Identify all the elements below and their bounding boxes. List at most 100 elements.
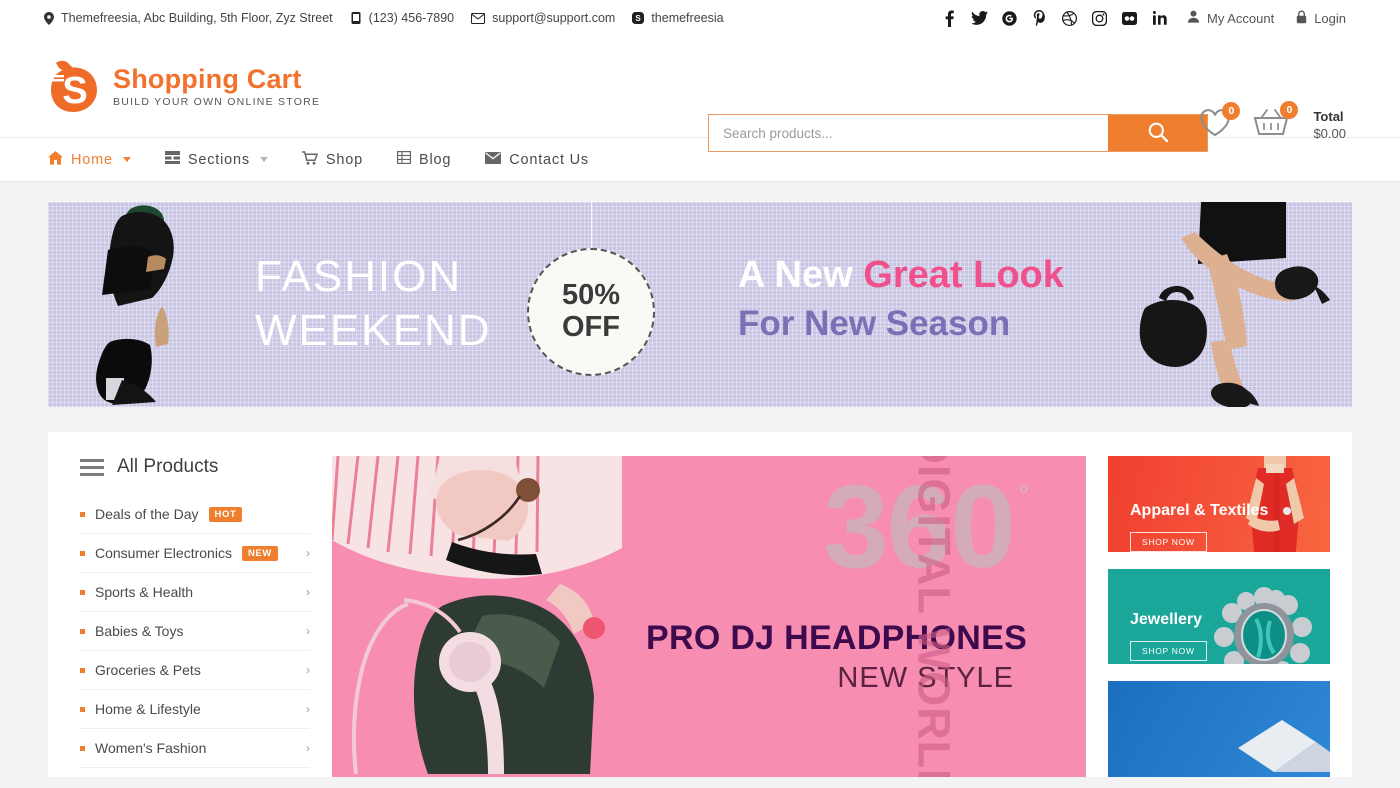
hero-slide[interactable]: FASHION WEEKEND 50% OFF A New Great Look… — [48, 202, 1352, 407]
chevron-right-icon: › — [306, 663, 310, 677]
bullet-icon — [80, 745, 85, 751]
wishlist-button[interactable]: 0 — [1199, 101, 1241, 143]
sidebar-item-home-lifestyle[interactable]: Home & Lifestyle › — [80, 690, 310, 729]
nav-item-sections[interactable]: Sections — [164, 151, 268, 168]
sidebar-header[interactable]: All Products — [80, 456, 310, 495]
my-account-label: My Account — [1206, 10, 1275, 26]
cart-button[interactable]: 0 — [1253, 101, 1299, 143]
my-account-link[interactable]: My Account — [1187, 10, 1274, 26]
hero-model-left-image — [70, 202, 235, 407]
hero-model-right-image — [1129, 202, 1344, 407]
top-bar: Themefreesia, Abc Building, 5th Floor, Z… — [0, 0, 1400, 36]
category-sidebar: All Products Deals of the Day HOT Consum… — [70, 456, 310, 777]
logo-text-group: Shopping Cart BUILD YOUR OWN ONLINE STOR… — [113, 63, 320, 108]
hero-headline-line: A New Great Look — [738, 252, 1064, 300]
address-item: Themefreesia, Abc Building, 5th Floor, Z… — [44, 11, 333, 25]
phone-text: (123) 456-7890 — [368, 11, 455, 25]
hero-slider-section: FASHION WEEKEND 50% OFF A New Great Look… — [0, 182, 1400, 407]
sidebar-item-groceries-pets[interactable]: Groceries & Pets › — [80, 651, 310, 690]
nav-item-shop[interactable]: Shop — [301, 150, 363, 169]
login-label: Login — [1314, 10, 1346, 26]
nav-item-home[interactable]: Home — [48, 150, 131, 169]
top-bar-right-group: My Account Login — [935, 4, 1346, 32]
linkedin-icon[interactable] — [1145, 4, 1175, 32]
hero-head-white: A New — [738, 254, 864, 296]
search-icon — [1147, 121, 1169, 146]
sidebar-item-consumer-electronics[interactable]: Consumer Electronics NEW › — [80, 534, 310, 573]
sidebar-item-label: Groceries & Pets — [95, 662, 201, 678]
promo-title: Jewellery — [1130, 610, 1203, 628]
hero-line-2: WEEKEND — [255, 305, 492, 355]
sidebar-item-babies-toys[interactable]: Babies & Toys › — [80, 612, 310, 651]
sections-icon — [164, 151, 180, 168]
hero-headline-left: FASHION WEEKEND — [255, 250, 491, 357]
product-search-form[interactable] — [708, 114, 1208, 152]
featured-product-banner[interactable]: 360 ° PRO DJ HEADPHONES NEW STYLE DIGITA… — [332, 456, 1086, 777]
sidebar-item-label: Deals of the Day — [95, 506, 199, 522]
cart-total: Total $0.00 — [1313, 109, 1346, 142]
promo-title: Apparel & Textiles — [1130, 502, 1269, 519]
hero-line-1: FASHION — [255, 252, 463, 301]
facebook-icon[interactable] — [935, 4, 965, 32]
top-bar-contact-group: Themefreesia, Abc Building, 5th Floor, Z… — [44, 11, 724, 25]
nav-item-contact-us[interactable]: Contact Us — [485, 151, 589, 168]
svg-text:S: S — [62, 70, 87, 112]
search-submit-button[interactable] — [1108, 115, 1207, 151]
main-content-section: All Products Deals of the Day HOT Consum… — [0, 407, 1400, 777]
email-text: support@support.com — [492, 11, 616, 25]
sidebar-item-sports-health[interactable]: Sports & Health › — [80, 573, 310, 612]
discount-percent: 50% — [561, 279, 621, 312]
sidebar-item-womens-fashion[interactable]: Women's Fashion › — [80, 729, 310, 768]
sidebar-item-label: Consumer Electronics — [95, 545, 232, 561]
email-item[interactable]: support@support.com — [471, 11, 615, 25]
new-badge: NEW — [241, 545, 278, 561]
dribbble-icon[interactable] — [1055, 4, 1085, 32]
nav-item-blog[interactable]: Blog — [396, 151, 452, 168]
cart-icon — [301, 150, 318, 169]
envelope-icon — [471, 12, 486, 24]
promo-card-apparel-textiles[interactable]: Apparel & Textiles SHOP NOW — [1108, 456, 1330, 552]
nav-label-shop: Shop — [325, 151, 363, 168]
promo-card-jewellery[interactable]: Jewellery SHOP NOW — [1108, 568, 1330, 665]
cart-total-label: Total — [1313, 109, 1344, 125]
brand-name: Shopping Cart — [113, 63, 302, 94]
hero-headline-right: A New Great Look For New Season — [738, 252, 1064, 344]
masthead: S Shopping Cart BUILD YOUR OWN ONLINE ST… — [0, 36, 1400, 152]
promo-card-third[interactable] — [1108, 681, 1330, 777]
shopping-bag-logo-icon: S — [48, 59, 102, 115]
chevron-right-icon: › — [306, 624, 310, 638]
search-input[interactable] — [709, 115, 1108, 151]
banner-degree-symbol: ° — [1018, 480, 1029, 510]
nav-label-blog: Blog — [418, 151, 452, 168]
instagram-icon[interactable] — [1085, 4, 1115, 32]
nav-label-home: Home — [71, 151, 113, 168]
phone-icon — [350, 12, 362, 24]
svg-text:S: S — [636, 14, 642, 23]
sidebar-item-deals-of-the-day[interactable]: Deals of the Day HOT — [80, 495, 310, 534]
chevron-down-icon — [122, 157, 131, 162]
promo-third-image — [1220, 702, 1330, 777]
sidebar-item-label: Sports & Health — [95, 584, 194, 600]
cart-total-amount: $0.00 — [1313, 125, 1346, 141]
address-text: Themefreesia, Abc Building, 5th Floor, Z… — [61, 11, 333, 25]
site-logo[interactable]: S Shopping Cart BUILD YOUR OWN ONLINE ST… — [48, 59, 320, 115]
bullet-icon — [80, 667, 85, 673]
cart-count-badge: 0 — [1280, 101, 1299, 119]
chevron-right-icon: › — [306, 546, 310, 560]
promo-shop-now-button[interactable]: SHOP NOW — [1130, 640, 1207, 661]
pinterest-icon[interactable] — [1025, 4, 1055, 32]
chevron-right-icon: › — [306, 702, 310, 716]
twitter-icon[interactable] — [965, 4, 995, 32]
login-link[interactable]: Login — [1296, 10, 1346, 27]
hero-subheadline: For New Season — [738, 303, 1011, 343]
bullet-icon — [80, 589, 85, 595]
gemstone-ring-image — [1212, 583, 1316, 665]
phone-item[interactable]: (123) 456-7890 — [350, 11, 454, 25]
nav-label-sections: Sections — [187, 151, 250, 168]
promo-shop-now-button[interactable]: SHOP NOW — [1130, 532, 1207, 552]
skype-item[interactable]: S themefreesia — [632, 11, 724, 25]
hero-head-pink: Great Look — [863, 254, 1064, 296]
google-plus-icon[interactable] — [995, 4, 1025, 32]
flickr-icon[interactable] — [1115, 4, 1145, 32]
content-panel: All Products Deals of the Day HOT Consum… — [48, 432, 1352, 777]
